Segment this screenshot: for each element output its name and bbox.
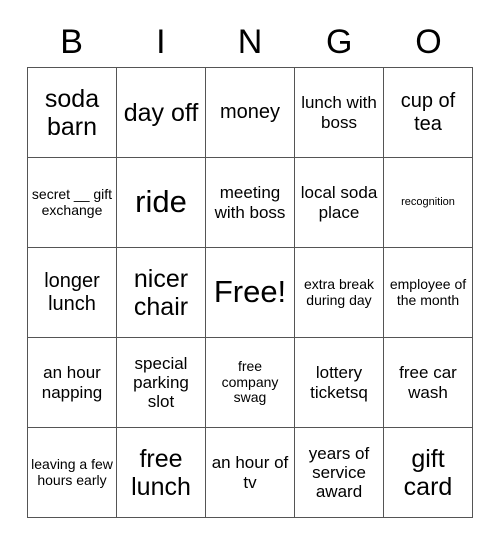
bingo-cell[interactable]: free lunch xyxy=(116,427,206,518)
bingo-header-letter-n: N xyxy=(237,23,263,61)
bingo-header-letter-i: I xyxy=(156,23,166,61)
bingo-cell[interactable]: cup of tea xyxy=(383,67,473,158)
bingo-row: soda barn day off money lunch with boss … xyxy=(27,67,473,158)
bingo-cell-label: extra break during day xyxy=(303,275,375,308)
bingo-header-letter-g: G xyxy=(325,23,353,61)
bingo-cell[interactable]: lunch with boss xyxy=(294,67,384,158)
bingo-cell-label: employee of the month xyxy=(389,275,467,308)
bingo-cell[interactable]: recognition xyxy=(383,157,473,248)
bingo-header-row: B I N G O xyxy=(27,0,473,62)
bingo-cell[interactable]: leaving a few hours early xyxy=(27,427,117,518)
bingo-cell-label: special parking slot xyxy=(133,353,189,412)
bingo-cell-label: day off xyxy=(123,98,199,127)
bingo-cell[interactable]: special parking slot xyxy=(116,337,206,428)
bingo-cell-label: an hour of tv xyxy=(211,453,289,492)
bingo-cell-label: lottery ticketsq xyxy=(310,363,368,402)
bingo-cell[interactable]: soda barn xyxy=(27,67,117,158)
bingo-cell-label: gift card xyxy=(403,444,453,501)
bingo-cell[interactable]: ride xyxy=(116,157,206,248)
bingo-cell-label: soda barn xyxy=(44,84,100,141)
bingo-cell-label: local soda place xyxy=(300,183,378,222)
bingo-cell-free[interactable]: Free! xyxy=(205,247,295,338)
bingo-cell-label: years of service award xyxy=(308,443,370,502)
bingo-cell-label: recognition xyxy=(401,196,455,209)
bingo-cell[interactable]: an hour napping xyxy=(27,337,117,428)
bingo-row: longer lunch nicer chair Free! extra bre… xyxy=(27,247,473,338)
bingo-cell-label: an hour napping xyxy=(41,363,103,402)
bingo-cell-label: lunch with boss xyxy=(301,93,377,132)
bingo-cell[interactable]: free company swag xyxy=(205,337,295,428)
bingo-cell-label: meeting with boss xyxy=(214,183,286,222)
bingo-cell[interactable]: employee of the month xyxy=(383,247,473,338)
bingo-cell[interactable]: gift card xyxy=(383,427,473,518)
bingo-cell[interactable]: lottery ticketsq xyxy=(294,337,384,428)
bingo-cell-label: ride xyxy=(135,184,187,220)
bingo-cell[interactable]: years of service award xyxy=(294,427,384,518)
bingo-cell-label: secret __ gift exchange xyxy=(31,185,113,218)
bingo-cell[interactable]: day off xyxy=(116,67,206,158)
bingo-cell[interactable]: free car wash xyxy=(383,337,473,428)
bingo-header-letter-o: O xyxy=(415,23,442,61)
bingo-cell-label: free lunch xyxy=(131,444,191,501)
bingo-row: secret __ gift exchange ride meeting wit… xyxy=(27,157,473,248)
bingo-header-letter-b: B xyxy=(60,23,83,61)
bingo-cell-label: Free! xyxy=(213,274,287,310)
bingo-row: leaving a few hours early free lunch an … xyxy=(27,427,473,518)
bingo-cell-label: nicer chair xyxy=(133,264,189,321)
bingo-cell-label: leaving a few hours early xyxy=(31,455,113,488)
bingo-cell-label: free car wash xyxy=(399,363,457,402)
bingo-cell[interactable]: longer lunch xyxy=(27,247,117,338)
bingo-row: an hour napping special parking slot fre… xyxy=(27,337,473,428)
bingo-cell-label: money xyxy=(219,101,281,124)
bingo-cell[interactable]: secret __ gift exchange xyxy=(27,157,117,248)
bingo-cell[interactable]: an hour of tv xyxy=(205,427,295,518)
bingo-grid: soda barn day off money lunch with boss … xyxy=(27,67,473,518)
bingo-cell[interactable]: local soda place xyxy=(294,157,384,248)
bingo-cell[interactable]: money xyxy=(205,67,295,158)
bingo-cell[interactable]: meeting with boss xyxy=(205,157,295,248)
bingo-cell[interactable]: nicer chair xyxy=(116,247,206,338)
bingo-cell-label: free company swag xyxy=(221,357,279,406)
bingo-cell-label: longer lunch xyxy=(44,270,100,315)
bingo-card: B I N G O soda barn day off money lunch … xyxy=(0,0,500,544)
bingo-cell-label: cup of tea xyxy=(400,90,456,135)
bingo-cell[interactable]: extra break during day xyxy=(294,247,384,338)
